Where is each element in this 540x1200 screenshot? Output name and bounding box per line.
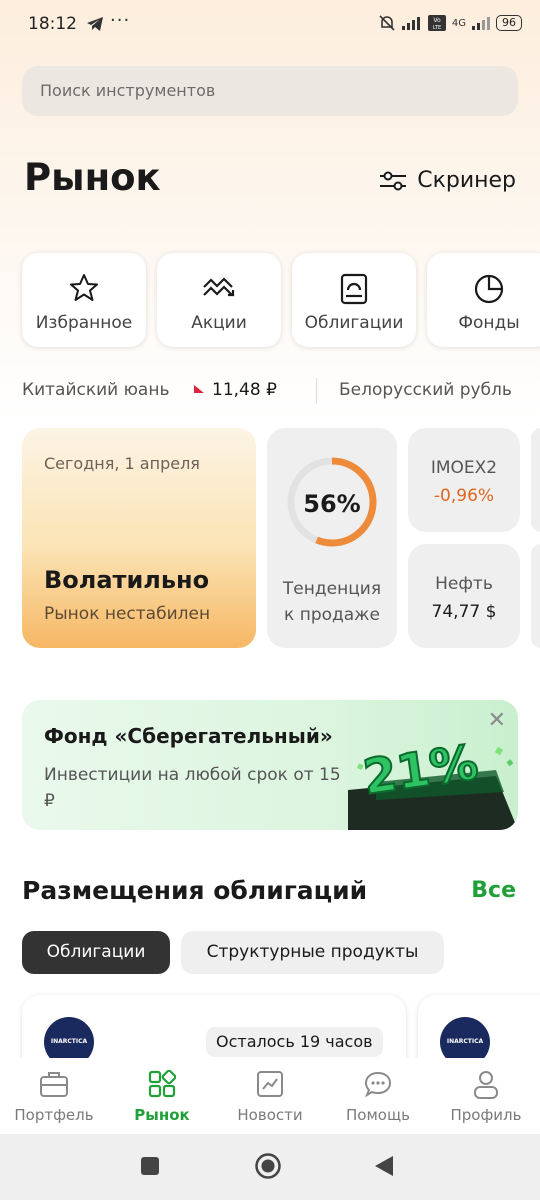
nav-news[interactable]: Новости [216, 1058, 324, 1134]
signal-icon-2 [472, 17, 490, 30]
index-card-partial[interactable] [531, 544, 540, 648]
index-name: Нефть [435, 574, 493, 594]
bond-icon [340, 273, 368, 305]
back-icon[interactable] [374, 1155, 394, 1177]
category-label: Избранное [35, 313, 133, 333]
ticker-name: Китайский юань [22, 380, 170, 400]
mood-subtitle: Рынок нестабилен [44, 604, 211, 624]
nav-help[interactable]: Помощь [324, 1058, 432, 1134]
category-label: Фонды [458, 313, 520, 333]
ticker-value: 11,48 ₽ [212, 380, 277, 400]
chip-bonds[interactable]: Облигации [22, 931, 170, 974]
battery-indicator: 96 [496, 15, 522, 31]
category-favorites[interactable]: Избранное [22, 253, 146, 347]
market-mood-card[interactable]: Сегодня, 1 апреля Волатильно Рынок неста… [22, 428, 256, 648]
chip-structured-products[interactable]: Структурные продукты [181, 931, 444, 974]
trend-card[interactable]: 56% Тенденция к продаже [267, 428, 397, 648]
volte-icon: Vo LTE [427, 15, 446, 31]
news-chart-icon [257, 1071, 283, 1097]
svg-text:LTE: LTE [433, 25, 441, 31]
see-all-link[interactable]: Все [471, 878, 516, 903]
index-value: -0,96% [433, 486, 495, 506]
trend-label-line1: Тенденция [282, 579, 382, 599]
trend-label-line2: к продаже [284, 605, 380, 625]
promo-21-percent-illustration: 21% [348, 733, 518, 830]
nav-label: Портфель [14, 1106, 94, 1124]
nav-portfolio[interactable]: Портфель [0, 1058, 108, 1134]
page-title: Рынок [24, 156, 161, 199]
section-title: Размещения облигаций [22, 876, 368, 905]
home-icon[interactable] [254, 1152, 282, 1180]
briefcase-icon [40, 1072, 68, 1097]
status-bar: 18:12 ··· Vo LTE 4G 96 [0, 0, 540, 50]
screener-button[interactable]: Скринер [379, 168, 516, 193]
time-left-badge: Осталось 19 часов [206, 1027, 383, 1057]
issuer-logo-text: INARCTICA [50, 1038, 88, 1045]
chat-help-icon [364, 1071, 392, 1098]
trend-percent: 56% [303, 490, 361, 518]
category-bonds[interactable]: Облигации [292, 253, 416, 347]
category-label: Облигации [304, 313, 404, 333]
ticker-name: Белорусский рубль [339, 380, 512, 400]
mute-bell-icon [379, 15, 395, 31]
index-value: 74,77 $ [431, 602, 497, 622]
filter-sliders-icon [380, 171, 407, 190]
nav-label: Помощь [346, 1106, 410, 1124]
nav-label: Рынок [134, 1106, 190, 1124]
nav-profile[interactable]: Профиль [432, 1058, 540, 1134]
bottom-nav: Портфель Рынок Новости Помощь Профиль [0, 1058, 540, 1134]
close-icon[interactable]: ✕ [488, 708, 506, 733]
svg-text:Vo: Vo [433, 17, 441, 24]
header-background [0, 0, 540, 420]
status-indicators: Vo LTE 4G 96 [378, 14, 522, 32]
mood-date: Сегодня, 1 апреля [44, 454, 200, 473]
trend-down-icon [194, 385, 204, 393]
nav-market[interactable]: Рынок [108, 1058, 216, 1134]
issuer-logo-text: INARCTICA [446, 1038, 484, 1045]
status-time: 18:12 [28, 14, 77, 34]
search-placeholder: Поиск инструментов [40, 81, 216, 100]
system-nav-bar [0, 1134, 540, 1200]
nav-label: Новости [237, 1106, 303, 1124]
network-type: 4G [451, 17, 466, 29]
recent-apps-icon[interactable] [140, 1156, 160, 1176]
ticker-divider [316, 378, 317, 404]
signal-icon [401, 17, 420, 30]
nav-label: Профиль [450, 1106, 522, 1124]
trend-label: Тенденция к продаже [267, 576, 397, 628]
pie-chart-icon [474, 274, 504, 304]
screener-label: Скринер [417, 168, 516, 193]
category-funds[interactable]: Фонды [427, 253, 540, 347]
category-label: Акции [191, 313, 247, 333]
category-stocks[interactable]: Акции [157, 253, 281, 347]
index-card-partial[interactable] [531, 428, 540, 532]
profile-icon [474, 1071, 498, 1099]
more-notifications-icon: ··· [110, 10, 131, 31]
stocks-trend-icon [203, 277, 235, 297]
telegram-icon [87, 17, 103, 31]
search-input[interactable]: Поиск инструментов [22, 66, 518, 116]
star-icon [70, 274, 98, 301]
promo-banner[interactable]: Фонд «Сберегательный» Инвестиции на любо… [22, 700, 518, 830]
currency-ticker[interactable]: Китайский юань 11,48 ₽ Белорусский рубль [22, 378, 540, 406]
promo-description: Инвестиции на любой срок от 15 ₽ [44, 765, 341, 811]
market-grid-icon [148, 1070, 176, 1098]
promo-title: Фонд «Сберегательный» [44, 724, 333, 748]
mood-headline: Волатильно [44, 566, 210, 594]
index-card-imoex2[interactable]: IMOEX2 -0,96% [408, 428, 520, 532]
index-name: IMOEX2 [430, 458, 498, 478]
index-card-oil[interactable]: Нефть 74,77 $ [408, 544, 520, 648]
